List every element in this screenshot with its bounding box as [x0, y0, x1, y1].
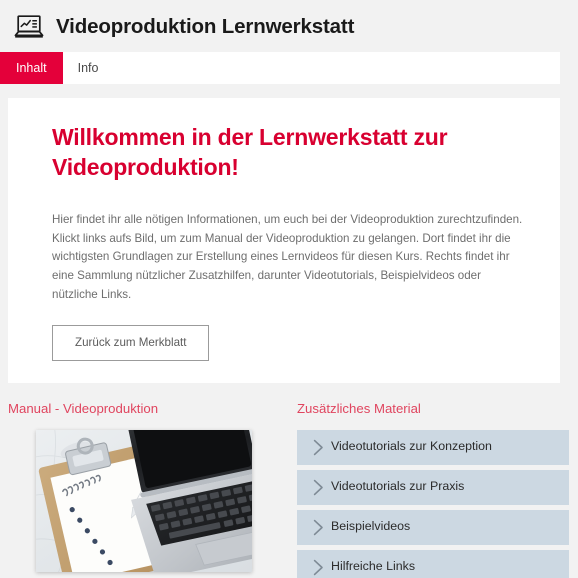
material-section-title: Zusätzliches Material — [297, 400, 421, 416]
laptop-presentation-icon — [14, 14, 44, 40]
accordion-item-beispielvideos[interactable]: Beispielvideos — [297, 509, 569, 545]
accordion-item-videotutorials-konzeption[interactable]: Videotutorials zur Konzeption — [297, 429, 569, 465]
chevron-right-icon — [305, 519, 331, 536]
material-accordion: Videotutorials zur Konzeption Videotutor… — [297, 429, 569, 578]
accordion-item-label: Videotutorials zur Konzeption — [331, 439, 492, 454]
accordion-item-label: Beispielvideos — [331, 519, 411, 534]
page-header: Videoproduktion Lernwerkstatt — [0, 0, 578, 52]
manual-column: Manual - Videoproduktion — [0, 401, 289, 578]
chevron-right-icon — [305, 479, 331, 496]
tab-info[interactable]: Info — [63, 52, 114, 84]
chevron-right-icon — [305, 559, 331, 576]
tab-inhalt[interactable]: Inhalt — [0, 52, 63, 84]
chevron-right-icon — [305, 439, 331, 456]
manual-section-title: Manual - Videoproduktion — [8, 400, 159, 416]
accordion-item-label: Videotutorials zur Praxis — [331, 479, 465, 494]
welcome-card: Willkommen in der Lernwerkstatt zur Vide… — [8, 98, 560, 383]
accordion-item-label: Hilfreiche Links — [331, 559, 416, 574]
accordion-item-videotutorials-praxis[interactable]: Videotutorials zur Praxis — [297, 469, 569, 505]
page-title: Videoproduktion Lernwerkstatt — [56, 15, 355, 38]
tab-bar: Inhalt Info — [0, 52, 560, 84]
welcome-heading: Willkommen in der Lernwerkstatt zur Vide… — [52, 124, 448, 181]
bottom-columns: Manual - Videoproduktion Zusätzliches Ma… — [0, 401, 578, 578]
material-column: Zusätzliches Material Videotutorials zur… — [289, 401, 578, 578]
manual-thumbnail[interactable] — [36, 429, 252, 572]
welcome-body-text: Hier findet ihr alle nötigen Information… — [52, 212, 523, 301]
accordion-item-hilfreiche-links[interactable]: Hilfreiche Links — [297, 549, 569, 578]
back-to-merkblatt-button[interactable]: Zurück zum Merkblatt — [52, 324, 210, 361]
